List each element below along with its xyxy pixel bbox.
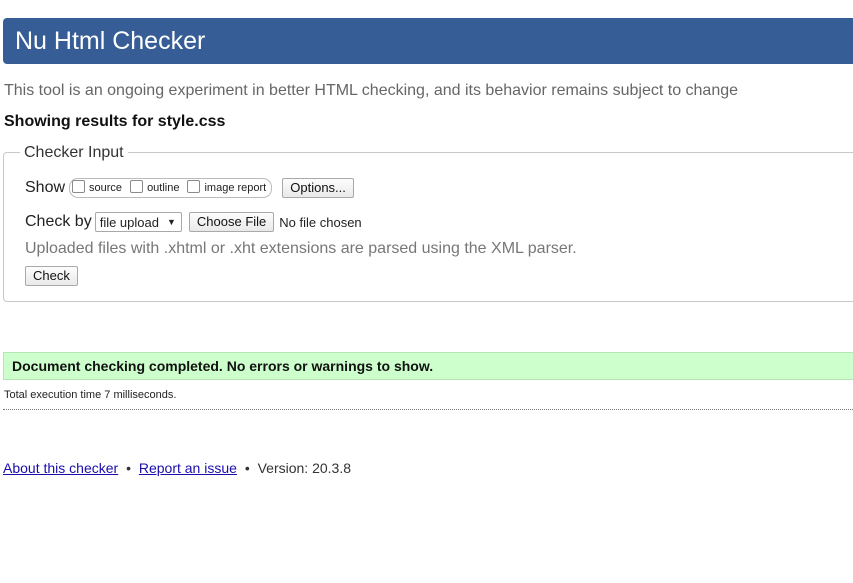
intro-text: This tool is an ongoing experiment in be… (4, 82, 739, 99)
footer-separator: • (126, 460, 131, 476)
xml-parser-note: Uploaded files with .xhtml or .xht exten… (25, 240, 577, 257)
outline-checkbox[interactable] (130, 179, 144, 193)
chevron-down-icon: ▼ (166, 217, 176, 227)
source-checkbox[interactable] (72, 179, 86, 193)
image-report-label: image report (204, 182, 267, 194)
check-by-row: Check by file upload ▼ Choose File No fi… (25, 212, 362, 232)
outline-label: outline (147, 182, 180, 194)
app-header: Nu Html Checker (3, 18, 853, 64)
checker-input-fieldset: Checker Input Show source outline image … (3, 144, 853, 302)
footer: About this checker • Report an issue • V… (3, 460, 351, 476)
check-button[interactable]: Check (25, 266, 78, 286)
source-label: source (89, 182, 123, 194)
report-issue-link[interactable]: Report an issue (139, 460, 237, 476)
execution-time-text: Total execution time 7 milliseconds. (4, 389, 177, 401)
show-source-option[interactable]: source (72, 179, 123, 194)
check-by-label: Check by (25, 213, 92, 230)
checker-input-legend: Checker Input (20, 144, 128, 162)
about-checker-link[interactable]: About this checker (3, 460, 118, 476)
version-text: Version: 20.3.8 (257, 460, 352, 476)
footer-separator-2: • (244, 460, 250, 476)
page-title: Nu Html Checker (15, 27, 206, 55)
results-for-heading: Showing results for style.css (4, 113, 226, 130)
show-outline-option[interactable]: outline (130, 179, 180, 194)
divider (3, 409, 853, 410)
success-message: Document checking completed. No errors o… (12, 358, 434, 374)
show-options-group: source outline image report (69, 178, 273, 198)
show-image-report-option[interactable]: image report (187, 179, 267, 194)
choose-file-button[interactable]: Choose File (188, 212, 275, 232)
show-label: Show (25, 179, 66, 196)
check-by-select[interactable]: file upload ▼ (94, 212, 182, 232)
image-report-checkbox[interactable] (187, 179, 201, 193)
success-message-banner: Document checking completed. No errors o… (3, 352, 853, 380)
check-by-selected-value: file upload (99, 214, 159, 230)
options-button[interactable]: Options... (282, 178, 354, 198)
no-file-chosen-text: No file chosen (279, 214, 362, 230)
show-row: Show source outline image report Options… (25, 178, 354, 198)
